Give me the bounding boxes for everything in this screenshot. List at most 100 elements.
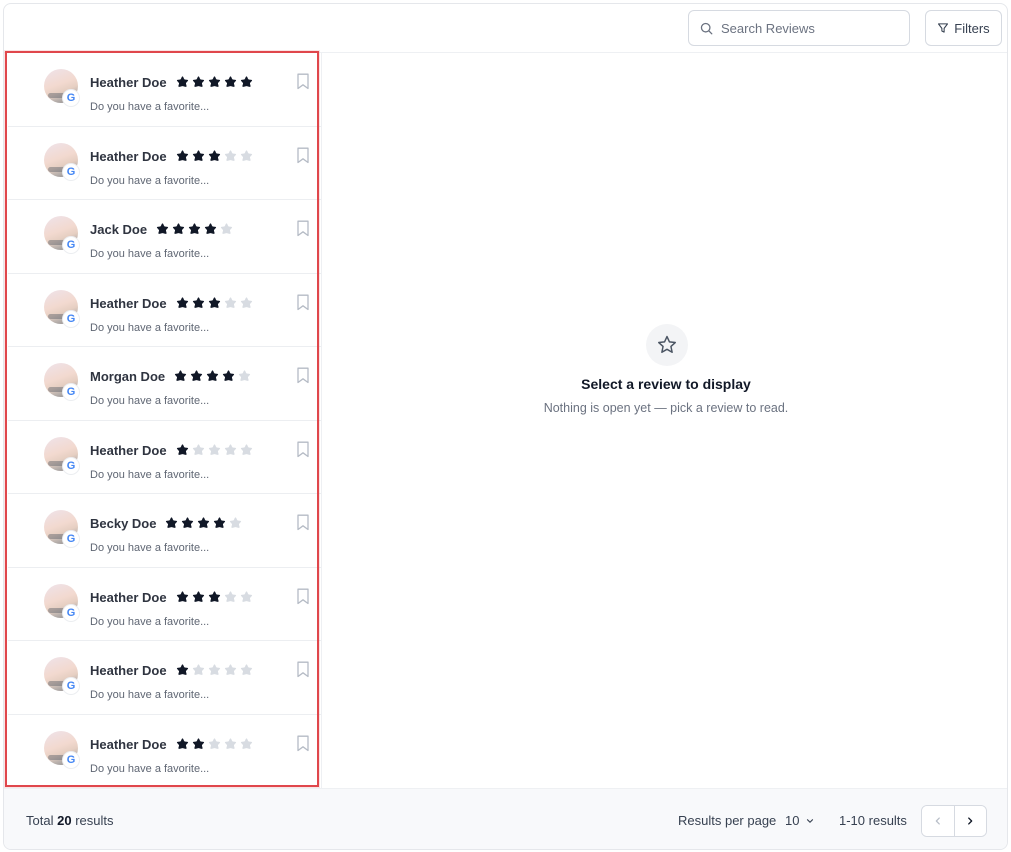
bookmark-icon[interactable] — [296, 661, 310, 678]
star-filled-icon — [165, 517, 178, 528]
bookmark-icon[interactable] — [296, 514, 310, 531]
google-icon: G — [63, 90, 79, 106]
review-snippet: Do you have a favorite... — [90, 542, 210, 554]
review-list: G Heather Doe Do you have a favorite... G He… — [8, 53, 322, 788]
search-input[interactable] — [721, 20, 901, 36]
pagination-controls — [921, 805, 987, 837]
star-filled-icon — [181, 517, 194, 528]
google-icon: G — [63, 751, 79, 768]
star-empty-icon — [240, 664, 253, 675]
review-snippet: Do you have a favorite... — [90, 321, 210, 334]
star-empty-icon — [192, 664, 205, 675]
google-icon: G — [63, 457, 79, 474]
star-filled-icon — [156, 223, 169, 234]
review-list-item[interactable]: G Morgan Doe Do you have a favorite... — [8, 347, 321, 421]
review-list-item[interactable]: G Heather Doe Do you have a favorite... — [8, 53, 321, 127]
star-empty-icon — [224, 664, 237, 675]
review-list-item[interactable]: G Jack Doe Do you have a favorite... — [8, 200, 321, 274]
star-filled-icon — [213, 517, 226, 528]
star-filled-icon — [172, 223, 185, 234]
bookmark-icon[interactable] — [296, 147, 310, 164]
star-rating — [164, 515, 243, 530]
total-count: 20 — [57, 813, 72, 828]
review-snippet: Do you have a favorite... — [90, 101, 210, 113]
star-outline-icon — [658, 335, 676, 353]
star-empty-icon — [229, 517, 242, 528]
search-box[interactable] — [688, 10, 910, 46]
review-list-item[interactable]: G Heather Doe Do you have a favorite... — [8, 715, 321, 789]
star-empty-icon — [240, 737, 253, 749]
star-filled-icon — [208, 296, 221, 308]
bookmark-icon[interactable] — [296, 367, 310, 384]
star-empty-icon — [208, 443, 221, 455]
star-empty-icon — [240, 149, 253, 161]
star-filled-icon — [192, 737, 205, 749]
review-list-item[interactable]: G Becky Doe Do you have a favorite... — [8, 494, 321, 568]
star-filled-icon — [192, 76, 205, 87]
review-list-item[interactable]: G Heather Doe Do you have a favorite... — [8, 127, 321, 200]
star-empty-icon — [224, 296, 237, 308]
star-filled-icon — [197, 517, 210, 528]
previous-page-button[interactable] — [922, 806, 954, 836]
total-results: Total 20 results — [26, 813, 113, 828]
star-rating — [175, 589, 254, 604]
star-empty-icon — [240, 443, 253, 455]
next-page-button[interactable] — [953, 806, 986, 836]
review-list-item[interactable]: G Heather Doe Do you have a favorite... — [8, 421, 321, 494]
review-list-item[interactable]: G Heather Doe Do you have a favorite... — [8, 274, 321, 347]
empty-state: Select a review to display Nothing is op… — [323, 53, 1007, 788]
bookmark-icon[interactable] — [296, 588, 310, 605]
toolbar: Filters — [4, 4, 1007, 53]
results-per-page-label: Results per page — [678, 813, 777, 828]
star-rating — [175, 295, 254, 310]
star-filled-icon — [176, 443, 189, 455]
total-suffix: results — [75, 813, 114, 828]
reviewer-name: Heather Doe — [90, 442, 167, 458]
review-snippet: Do you have a favorite... — [90, 468, 210, 481]
star-rating — [175, 148, 254, 163]
star-empty-icon — [208, 664, 221, 675]
review-list-item[interactable]: G Heather Doe Do you have a favorite... — [8, 641, 321, 715]
reviewer-name: Heather Doe — [90, 75, 167, 90]
chevron-down-icon — [807, 818, 814, 823]
bookmark-icon[interactable] — [296, 294, 310, 311]
results-per-page-value: 10 — [785, 813, 800, 828]
star-empty-icon — [224, 590, 237, 602]
star-rating — [155, 221, 234, 236]
star-filled-icon — [208, 590, 221, 602]
star-rating — [175, 662, 254, 677]
star-rating — [175, 442, 254, 457]
google-icon: G — [63, 384, 79, 400]
google-icon: G — [63, 163, 79, 180]
star-filled-icon — [176, 737, 189, 749]
google-icon: G — [63, 310, 79, 327]
review-snippet: Do you have a favorite... — [90, 395, 210, 407]
bookmark-icon[interactable] — [296, 441, 310, 458]
star-filled-icon — [174, 370, 187, 381]
star-rating — [175, 74, 254, 89]
star-filled-icon — [204, 223, 217, 234]
star-filled-icon — [206, 370, 219, 381]
reviewer-name: Heather Doe — [90, 736, 167, 752]
bookmark-icon[interactable] — [296, 735, 310, 752]
results-per-page-select[interactable]: 10 — [785, 811, 815, 830]
review-snippet: Do you have a favorite... — [90, 762, 210, 775]
empty-state-title: Select a review to display — [581, 376, 751, 392]
reviewer-name: Heather Doe — [90, 663, 167, 678]
google-icon: G — [63, 531, 79, 547]
bookmark-icon[interactable] — [296, 73, 310, 90]
reviewer-name: Becky Doe — [90, 516, 157, 531]
reviewer-name: Heather Doe — [90, 148, 167, 164]
star-filled-icon — [208, 149, 221, 161]
star-empty-icon — [220, 223, 233, 234]
total-prefix: Total — [26, 813, 54, 828]
bookmark-icon[interactable] — [296, 220, 310, 237]
search-icon — [700, 22, 713, 34]
star-filled-icon — [224, 76, 237, 87]
review-list-item[interactable]: G Heather Doe Do you have a favorite... — [8, 568, 321, 641]
review-snippet: Do you have a favorite... — [90, 689, 210, 701]
chevron-left-icon — [935, 817, 940, 825]
filters-button[interactable]: Filters — [925, 10, 1002, 46]
star-empty-icon — [238, 370, 251, 381]
reviewer-name: Morgan Doe — [90, 369, 166, 384]
